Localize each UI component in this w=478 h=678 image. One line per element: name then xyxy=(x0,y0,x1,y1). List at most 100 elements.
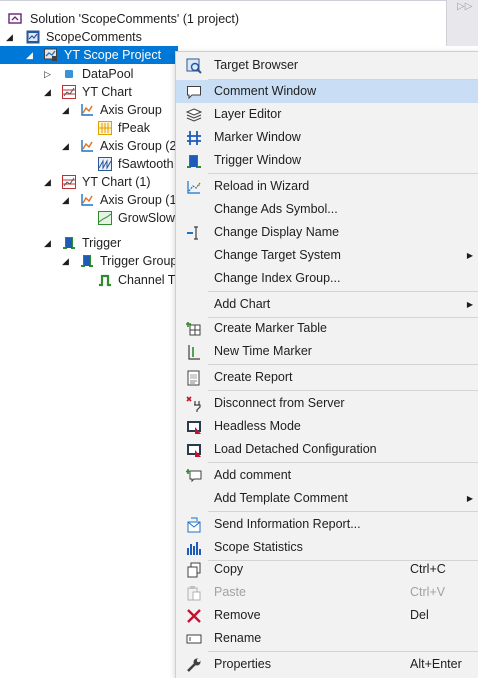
tree-row-axis1[interactable]: ◢ Axis Group xyxy=(0,101,178,119)
menu-item-properties[interactable]: Properties Alt+Enter xyxy=(176,653,478,676)
context-menu: Target Browser Comment Window Layer Edit… xyxy=(175,51,478,678)
report-icon xyxy=(187,370,200,386)
tree-row-growslow[interactable]: GrowSlow xyxy=(0,209,178,227)
menu-item-comment-window[interactable]: Comment Window xyxy=(176,80,478,103)
yt-chart-icon xyxy=(62,175,76,189)
menu-item-add-template-comment[interactable]: Add Template Comment ▶ xyxy=(176,487,478,510)
scope-project-icon xyxy=(44,48,57,61)
target-browser-icon xyxy=(186,58,202,74)
channel-sawtooth-icon xyxy=(98,157,112,171)
paste-icon xyxy=(187,586,201,601)
axis-group-icon xyxy=(81,140,93,152)
datapool-icon xyxy=(65,70,73,78)
tree-row-fsawtooth[interactable]: fSawtooth xyxy=(0,155,178,173)
layers-icon xyxy=(186,108,202,122)
channel-growslow-icon xyxy=(98,211,112,225)
menu-item-marker-window[interactable]: Marker Window xyxy=(176,126,478,149)
menu-separator xyxy=(208,364,478,365)
copy-icon xyxy=(187,562,201,578)
tree-row-fpeak[interactable]: fPeak xyxy=(0,119,178,137)
menu-item-change-display-name[interactable]: Change Display Name xyxy=(176,221,478,244)
solution-icon xyxy=(8,13,22,24)
load-config-icon xyxy=(187,444,201,457)
add-comment-icon xyxy=(186,469,202,483)
menu-item-change-ads-symbol[interactable]: Change Ads Symbol... xyxy=(176,198,478,221)
menu-item-create-marker-table[interactable]: Create Marker Table xyxy=(176,317,478,340)
marker-icon xyxy=(187,131,201,145)
menu-item-remove[interactable]: Remove Del xyxy=(176,604,478,627)
rename-icon xyxy=(186,634,202,644)
tree-row-trigger[interactable]: ◢ Trigger xyxy=(0,234,178,252)
collapsed-arrow-icon[interactable]: ▷ xyxy=(44,65,54,83)
time-marker-icon xyxy=(188,345,200,360)
tree-row-chart1[interactable]: ◢ YT Chart xyxy=(0,83,178,101)
top-edge xyxy=(0,0,446,1)
menu-item-scope-statistics[interactable]: Scope Statistics xyxy=(176,536,478,559)
menu-separator xyxy=(208,291,478,292)
tree-row-triggergroup[interactable]: ◢ Trigger Group xyxy=(0,252,178,270)
channel-peak-icon xyxy=(98,121,112,135)
menu-item-target-browser[interactable]: Target Browser xyxy=(176,54,478,77)
send-report-icon xyxy=(187,517,201,533)
tree-row-axis3[interactable]: ◢ Axis Group (1) xyxy=(0,191,181,209)
expanded-arrow-icon[interactable]: ◢ xyxy=(62,101,72,119)
menu-item-add-comment[interactable]: Add comment xyxy=(176,464,478,487)
remove-icon xyxy=(187,609,201,623)
trigger-channel-icon xyxy=(99,274,111,287)
tree-row-channel[interactable]: Channel Tri xyxy=(0,271,178,289)
wrench-icon xyxy=(187,658,201,672)
menu-item-disconnect[interactable]: Disconnect from Server xyxy=(176,392,478,415)
trigger-icon xyxy=(187,155,201,168)
menu-item-headless-mode[interactable]: Headless Mode xyxy=(176,415,478,438)
menu-separator xyxy=(208,511,478,512)
expanded-arrow-icon[interactable]: ◢ xyxy=(6,28,16,46)
menu-item-new-time-marker[interactable]: New Time Marker xyxy=(176,340,478,363)
tree-row-axis2[interactable]: ◢ Axis Group (2) xyxy=(0,137,181,155)
menu-item-copy[interactable]: Copy Ctrl+C xyxy=(176,558,478,581)
statistics-icon xyxy=(187,542,201,555)
menu-item-load-detached-config[interactable]: Load Detached Configuration xyxy=(176,438,478,461)
tree-row-chart2[interactable]: ◢ YT Chart (1) xyxy=(0,173,178,191)
wizard-icon xyxy=(187,181,201,194)
menu-item-paste[interactable]: Paste Ctrl+V xyxy=(176,581,478,604)
trigger-icon xyxy=(63,237,75,249)
axis-group-icon xyxy=(81,194,93,206)
menu-separator xyxy=(208,651,478,652)
menu-item-rename[interactable]: Rename xyxy=(176,627,478,650)
expanded-arrow-icon[interactable]: ◢ xyxy=(44,234,54,252)
headless-icon xyxy=(187,421,201,434)
submenu-arrow-icon: ▶ xyxy=(466,494,473,503)
tree-row-scope[interactable]: ◢ YT Scope Project xyxy=(0,46,178,64)
trigger-group-icon xyxy=(81,255,93,267)
tree-row-solution[interactable]: Solution 'ScopeComments' (1 project) xyxy=(0,10,446,28)
expanded-arrow-icon[interactable]: ◢ xyxy=(44,173,54,191)
menu-item-trigger-window[interactable]: Trigger Window xyxy=(176,149,478,172)
menu-separator xyxy=(208,462,478,463)
menu-separator xyxy=(208,173,478,174)
scroll-arrow-icon[interactable]: ▷▷ xyxy=(457,1,472,13)
marker-table-icon xyxy=(186,322,201,336)
expanded-arrow-icon[interactable]: ◢ xyxy=(44,83,54,101)
disconnect-icon xyxy=(186,396,201,412)
scrollbar[interactable]: ▷▷ xyxy=(446,0,478,46)
comment-icon xyxy=(187,86,201,100)
expanded-arrow-icon[interactable]: ◢ xyxy=(26,46,36,64)
menu-item-layer-editor[interactable]: Layer Editor xyxy=(176,103,478,126)
menu-separator xyxy=(208,390,478,391)
expanded-arrow-icon[interactable]: ◢ xyxy=(62,252,72,270)
menu-item-change-target-system[interactable]: Change Target System ▶ xyxy=(176,244,478,267)
project-icon xyxy=(26,30,40,44)
expanded-arrow-icon[interactable]: ◢ xyxy=(62,191,72,209)
yt-chart-icon xyxy=(62,85,76,99)
menu-item-create-report[interactable]: Create Report xyxy=(176,366,478,389)
expanded-arrow-icon[interactable]: ◢ xyxy=(62,137,72,155)
axis-group-icon xyxy=(81,104,93,116)
menu-item-reload-wizard[interactable]: Reload in Wizard xyxy=(176,175,478,198)
menu-item-add-chart[interactable]: Add Chart ▶ xyxy=(176,293,478,316)
submenu-arrow-icon: ▶ xyxy=(466,251,473,260)
tree-row-datapool[interactable]: ▷ DataPool xyxy=(0,65,178,83)
submenu-arrow-icon: ▶ xyxy=(466,300,473,309)
menu-item-change-index-group[interactable]: Change Index Group... xyxy=(176,267,478,290)
tree-row-project[interactable]: ◢ ScopeComments xyxy=(0,28,446,46)
menu-item-send-information-report[interactable]: Send Information Report... xyxy=(176,513,478,536)
